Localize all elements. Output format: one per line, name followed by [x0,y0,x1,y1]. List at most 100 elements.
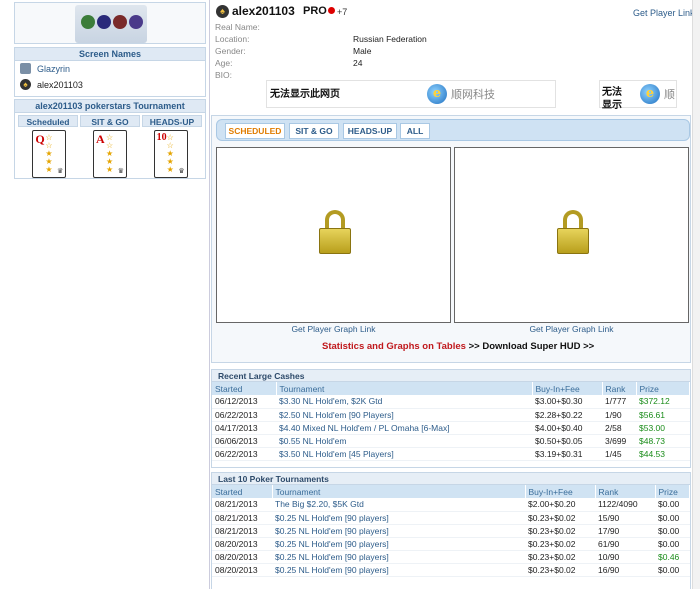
star-icon: ★ [166,165,174,174]
cell-tournament-link[interactable]: $0.25 NL Hold'em [90 players] [272,524,525,538]
screen-name-row[interactable]: Glazyrin [15,61,205,77]
cell-prize: $0.00 [655,498,690,512]
cell-started: 08/20/2013 [212,563,272,577]
tab-scheduled[interactable]: SCHEDULED [225,123,285,139]
column-header: Buy-In+Fee [525,485,596,498]
cell-tournament-link[interactable]: $0.25 NL Hold'em [90 players] [272,563,525,577]
field-label-age: Age: [215,58,233,68]
pro-dot-icon [327,7,335,14]
promo-red-text[interactable]: Statistics and Graphs on Tables [322,341,466,352]
tab-scheduled[interactable]: Scheduled [18,115,78,127]
column-header: Prize [636,382,690,395]
column-header: Rank [595,485,656,498]
cell-rank: 3/699 [602,434,636,448]
field-label-gender: Gender: [215,46,246,56]
field-value-age: 24 [353,58,363,68]
graph-link-right[interactable]: Get Player Graph Link [454,324,689,334]
crown-icon: ♛ [178,168,185,175]
field-value-location: Russian Federation [353,34,427,44]
ad-frame-main: 无法显示此网页 e 顺网科技 [266,80,556,108]
table-row: 06/06/2013 $0.55 NL Hold'em $0.50+$0.05 … [212,434,690,448]
tab-heads-up[interactable]: HEADS-UP [142,115,202,127]
cell-rank: 1/90 [602,408,636,422]
field-label-bio: BIO: [215,70,233,80]
cell-prize: $56.61 [636,408,690,422]
cell-buyin: $2.28+$0.22 [532,408,602,422]
star-icon: ★ [105,165,114,174]
cartoon-character-icon [129,15,143,29]
cell-buyin: $0.23+$0.02 [525,550,595,564]
pro-badge: PRO [303,5,335,17]
cell-rank: 10/90 [595,550,655,564]
cartoon-character-icon [97,15,111,29]
ranking-panel: alex201103 pokerstars Tournament Ranking… [14,99,206,179]
cell-tournament-link[interactable]: $0.55 NL Hold'em [276,434,532,448]
screen-name-link[interactable]: Glazyrin [37,64,70,74]
cell-tournament-link[interactable]: $4.40 Mixed NL Hold'em / PL Omaha [6-Max… [276,421,532,435]
field-label-real-name: Real Name: [215,22,260,32]
lock-icon [319,210,351,254]
cell-rank: 1/777 [602,395,636,409]
cartoon-character-icon [113,15,127,29]
cell-rank: 16/90 [595,563,655,577]
cell-started: 04/17/2013 [212,421,276,435]
pro-label: PRO [303,5,327,17]
banner-cartoon-image [75,5,147,43]
ad-frame-small: 无法 显示 e 顺 [599,80,677,111]
recent-cashes-title: Recent Large Cashes [212,370,690,382]
tab-sit-and-go[interactable]: SIT & GO [289,123,339,139]
table-row: 08/20/2013 $0.25 NL Hold'em [90 players]… [212,537,690,551]
screen-names-title: Screen Names [15,48,205,61]
cell-started: 08/21/2013 [212,524,272,538]
cell-tournament-link[interactable]: $0.25 NL Hold'em [90 players] [272,537,525,551]
cell-rank: 1122/4090 [595,498,655,512]
graph-link-left[interactable]: Get Player Graph Link [216,324,451,334]
promo-download-text[interactable]: >> Download Super HUD >> [466,341,595,352]
table-row: 08/21/2013 The Big $2.20, $5K Gtd $2.00+… [212,498,690,512]
table-row: 06/12/2013 $3.30 NL Hold'em, $2K Gtd $3.… [212,395,690,409]
cell-buyin: $0.23+$0.02 [525,511,595,525]
cell-tournament-link[interactable]: The Big $2.20, $5K Gtd [272,498,525,512]
cell-tournament-link[interactable]: $2.50 NL Hold'em [90 Players] [276,408,532,422]
graph-panel-right [454,147,689,323]
ie-browser-icon: e [427,84,447,104]
tab-all[interactable]: ALL [400,123,430,139]
recent-cashes-panel: Recent Large Cashes Started Tournament B… [211,369,691,468]
pokerstars-icon: ♠ [216,5,229,18]
super-hud-promo[interactable]: Statistics and Graphs on Tables >> Downl… [322,341,594,352]
cell-rank: 1/45 [602,447,636,461]
last-tournaments-panel: Last 10 Poker Tournaments Started Tourna… [211,472,691,589]
cell-prize: $0.46 [655,550,690,564]
ranking-card-heads-up: 10 ☆ ☆ ★ ★ ★ ♛ [153,130,188,178]
field-label-location: Location: [215,34,250,44]
cell-prize: $0.00 [655,511,690,525]
cartoon-character-icon [81,15,95,29]
cell-tournament-link[interactable]: $0.25 NL Hold'em [90 players] [272,511,525,525]
ranking-card-sit-and-go: A ☆ ☆ ★ ★ ★ ♛ [92,130,127,178]
cell-started: 08/21/2013 [212,511,272,525]
plus-count: +7 [337,7,348,17]
cell-tournament-link[interactable]: $3.30 NL Hold'em, $2K Gtd [276,395,532,409]
cell-buyin: $0.50+$0.05 [532,434,602,448]
table-row: 08/20/2013 $0.25 NL Hold'em [90 players]… [212,550,690,564]
cell-started: 08/20/2013 [212,550,272,564]
ad-company-text: 顺网科技 [451,88,495,101]
crown-icon: ♛ [57,168,64,175]
table-row: 08/21/2013 $0.25 NL Hold'em [90 players]… [212,524,690,538]
cell-tournament-link[interactable]: $0.25 NL Hold'em [90 players] [272,550,525,564]
ranking-cards: Q ☆ ☆ ★ ★ ★ ♛ A ☆ ☆ ★ ★ ★ ♛ 10 ☆ ☆ ★ ★ ★… [15,127,205,181]
last-tournaments-table: Started Tournament Buy-In+Fee Rank Prize… [212,485,690,577]
get-player-link[interactable]: Get Player Link [633,8,695,18]
cell-rank: 2/58 [602,421,636,435]
card-rank: Q [35,132,45,146]
ranking-title: alex201103 pokerstars Tournament Ranking… [15,100,205,124]
tab-heads-up[interactable]: HEADS-UP [343,123,397,139]
ad-error-text: 无法显示此网页 [270,89,340,100]
graph-tabs: SCHEDULED SIT & GO HEADS-UP ALL [216,119,690,141]
cell-prize: $372.12 [636,395,690,409]
cell-tournament-link[interactable]: $3.50 NL Hold'em [45 Players] [276,447,532,461]
ad-error-text-line2: 显示 [602,100,622,111]
cell-buyin: $2.00+$0.20 [525,498,595,512]
vertical-scrollbar[interactable] [692,0,700,589]
tab-sit-and-go[interactable]: SIT & GO [80,115,140,127]
